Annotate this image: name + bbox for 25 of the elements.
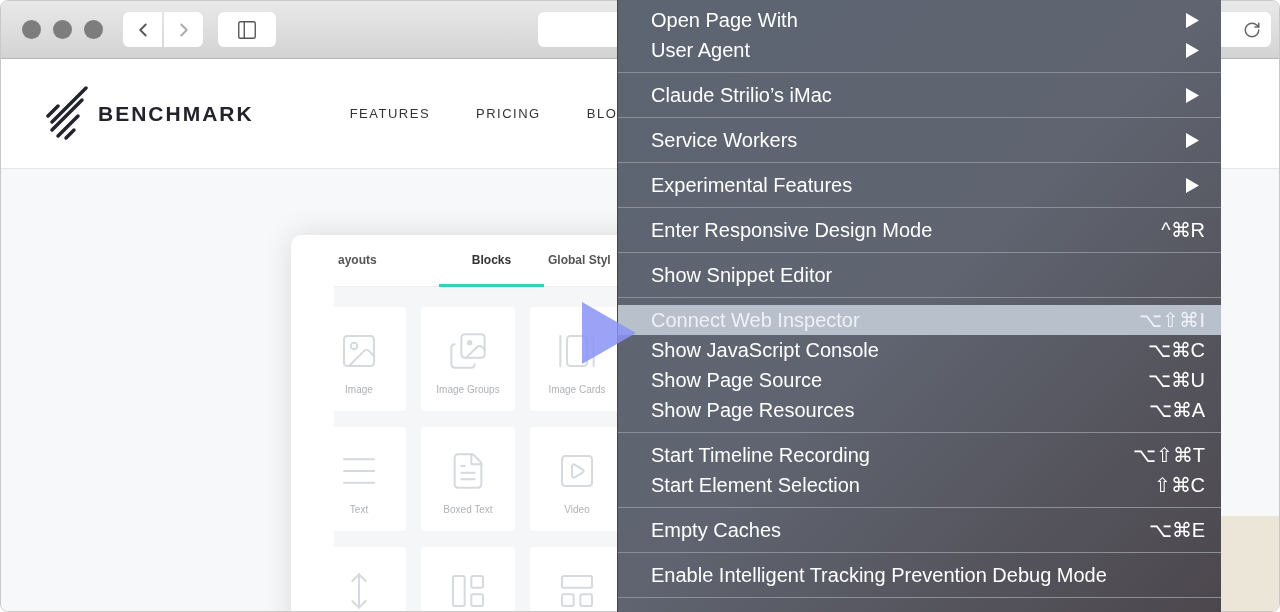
editor-tab[interactable]: ayouts — [334, 235, 439, 287]
nav-link[interactable]: BLO — [586, 103, 618, 124]
reload-icon[interactable] — [1243, 20, 1261, 39]
menu-item[interactable]: Experimental Features — [618, 170, 1221, 200]
block-label: Image — [344, 383, 374, 397]
sidebar-button[interactable] — [218, 12, 276, 47]
forward-button[interactable] — [164, 12, 203, 47]
nav-link[interactable]: FEATURES — [349, 103, 431, 124]
image-groups-icon — [448, 331, 488, 371]
block-label: Text — [348, 503, 370, 517]
logo-text: BENCHMARK — [98, 100, 254, 127]
block-label: Image Cards — [547, 383, 607, 397]
menu-item[interactable]: Enable Intelligent Tracking Prevention Debug Mode — [618, 560, 1221, 590]
menu-item[interactable]: Service Workers — [618, 125, 1221, 155]
menu-item[interactable]: Open Page With — [618, 5, 1221, 35]
pointer-triangle-icon — [582, 302, 636, 364]
block-label: Image Groups — [435, 383, 501, 397]
block-label: Video — [563, 503, 591, 517]
menu-item[interactable]: User Agent — [618, 35, 1221, 65]
sidebar-icon — [236, 18, 258, 41]
nav-link[interactable]: PRICING — [476, 103, 541, 124]
back-button[interactable] — [123, 12, 162, 47]
block-label: Boxed Text — [442, 503, 494, 517]
logo-icon — [46, 85, 90, 142]
menu-item[interactable]: Claude Strilio’s iMac — [618, 80, 1221, 110]
